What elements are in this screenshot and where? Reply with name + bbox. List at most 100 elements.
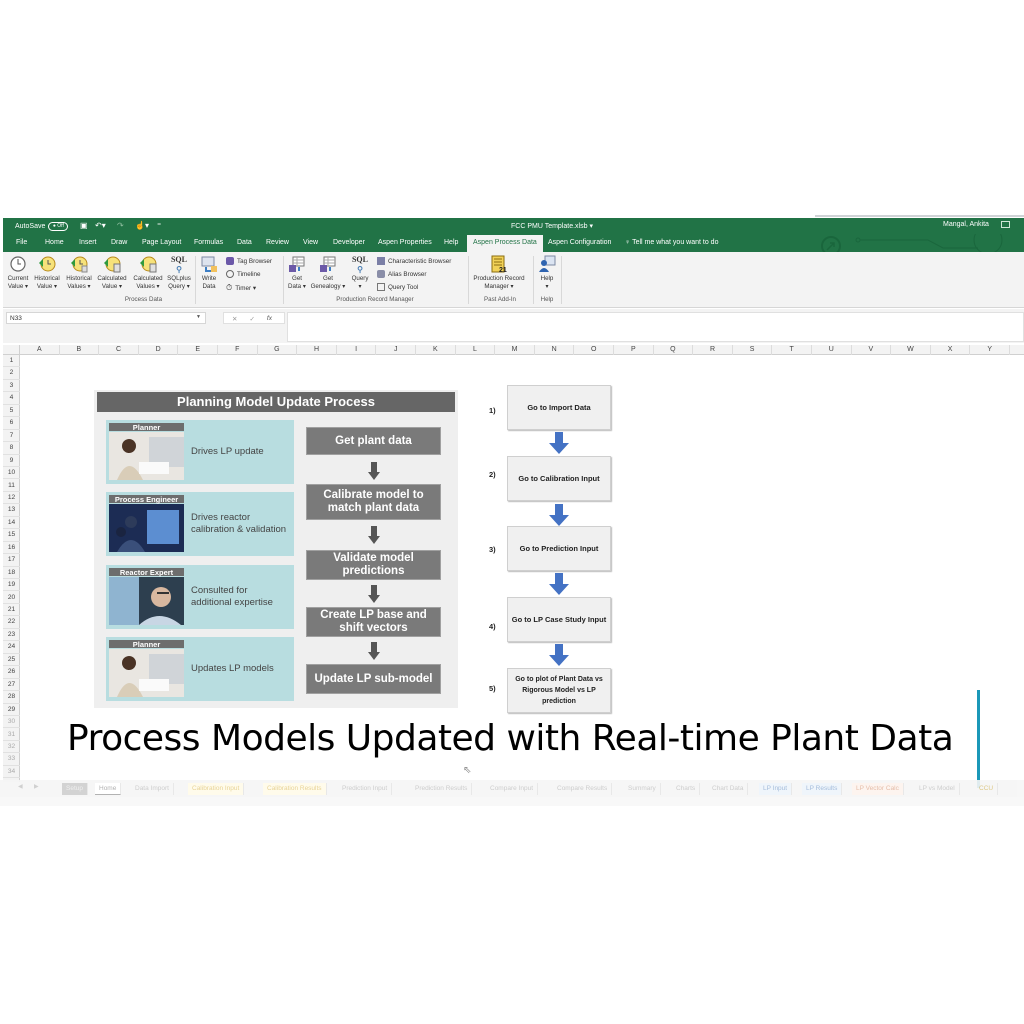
- sheet-tab[interactable]: Data Import: [131, 783, 174, 795]
- row-header[interactable]: 31: [3, 729, 20, 741]
- row-header[interactable]: 30: [3, 716, 20, 729]
- name-box-dropdown-icon[interactable]: ▼: [196, 314, 201, 320]
- tell-me-search[interactable]: ♀ Tell me what you want to do: [625, 239, 718, 246]
- enter-icon[interactable]: ✓: [249, 315, 254, 323]
- row-header[interactable]: 15: [3, 529, 20, 542]
- row-header[interactable]: 8: [3, 442, 20, 455]
- row-header[interactable]: 27: [3, 679, 20, 692]
- get-genealogy-button[interactable]: Get Genealogy ▾: [309, 255, 347, 291]
- column-header[interactable]: N: [535, 345, 575, 355]
- autosave-toggle[interactable]: AutoSave ● Off: [15, 222, 69, 231]
- sheet-tab[interactable]: LP Input: [759, 783, 793, 795]
- sheet-tab[interactable]: Chart Data: [708, 783, 749, 795]
- sheet-tab[interactable]: Compare Results: [553, 783, 613, 795]
- tab-review[interactable]: Review: [266, 239, 289, 246]
- row-header[interactable]: 24: [3, 641, 20, 654]
- tab-formulas[interactable]: Formulas: [194, 239, 223, 246]
- cancel-icon[interactable]: ✕: [232, 315, 237, 323]
- row-header[interactable]: 13: [3, 504, 20, 517]
- sheet-tab[interactable]: CCU: [975, 783, 999, 795]
- go-to-prediction-input-button[interactable]: Go to Prediction Input: [507, 526, 611, 571]
- row-header[interactable]: 7: [3, 430, 20, 443]
- row-header[interactable]: 19: [3, 579, 20, 592]
- undo-icon[interactable]: ↶▾: [95, 221, 106, 230]
- characteristic-browser-button[interactable]: Characteristic Browser: [377, 257, 451, 265]
- column-header[interactable]: V: [852, 345, 892, 355]
- insert-function-icon[interactable]: fx: [267, 315, 272, 322]
- calculated-value-button[interactable]: Calculated Value ▾: [95, 255, 129, 291]
- user-name[interactable]: Mangal, Ankita: [943, 221, 989, 228]
- column-header[interactable]: R: [693, 345, 733, 355]
- row-header[interactable]: 29: [3, 704, 20, 716]
- sheet-tab[interactable]: Summary: [624, 783, 661, 795]
- sheet-tab[interactable]: LP Results: [802, 783, 843, 795]
- tab-aspen-configuration[interactable]: Aspen Configuration: [548, 239, 611, 246]
- column-header[interactable]: H: [297, 345, 337, 355]
- name-box[interactable]: N33 ▼: [6, 312, 206, 324]
- tab-aspen-properties[interactable]: Aspen Properties: [378, 239, 432, 246]
- formula-input[interactable]: [287, 312, 1024, 342]
- tab-data[interactable]: Data: [237, 239, 252, 246]
- column-header[interactable]: D: [139, 345, 179, 355]
- column-header[interactable]: O: [574, 345, 614, 355]
- tab-page-layout[interactable]: Page Layout: [142, 239, 181, 246]
- column-header[interactable]: L: [456, 345, 496, 355]
- column-header[interactable]: K: [416, 345, 456, 355]
- production-record-manager-button[interactable]: 21 Production Record Manager ▾: [469, 255, 529, 291]
- column-header[interactable]: P: [614, 345, 654, 355]
- touch-mode-icon[interactable]: ☝▾: [135, 221, 149, 230]
- column-header[interactable]: S: [733, 345, 773, 355]
- customize-qat-icon[interactable]: ⁼: [157, 221, 161, 230]
- ribbon-display-options-icon[interactable]: [1001, 221, 1010, 228]
- column-header[interactable]: A: [20, 345, 60, 355]
- row-header[interactable]: 14: [3, 517, 20, 530]
- sheet-scroll-right-icon[interactable]: ▶: [34, 783, 39, 790]
- planning-process-image[interactable]: Planning Model Update Process Planner Dr…: [94, 390, 458, 708]
- row-header[interactable]: 4: [3, 392, 20, 405]
- go-to-import-data-button[interactable]: Go to Import Data: [507, 385, 611, 430]
- row-header[interactable]: 20: [3, 592, 20, 604]
- autosave-switch[interactable]: ● Off: [48, 222, 69, 231]
- historical-values-button[interactable]: Historical Values ▾: [63, 255, 95, 291]
- row-header[interactable]: 12: [3, 492, 20, 505]
- sqlplus-query-button[interactable]: SQL ⚲ SQLplus Query ▾: [165, 255, 193, 291]
- column-header[interactable]: B: [60, 345, 100, 355]
- sheet-tab[interactable]: Setup: [62, 783, 88, 795]
- row-header[interactable]: 32: [3, 741, 20, 754]
- row-header[interactable]: 21: [3, 604, 20, 617]
- timeline-button[interactable]: Timeline: [226, 270, 261, 278]
- sheet-tab[interactable]: LP vs Model: [915, 783, 960, 795]
- column-header[interactable]: U: [812, 345, 852, 355]
- column-header[interactable]: Y: [970, 345, 1010, 355]
- current-value-button[interactable]: Current Value ▾: [6, 255, 30, 291]
- row-header[interactable]: 3: [3, 380, 20, 393]
- sheet-tab[interactable]: Prediction Input: [338, 783, 393, 795]
- sheet-tab[interactable]: Home: [95, 783, 122, 795]
- save-icon[interactable]: ▣: [80, 221, 88, 230]
- get-data-button[interactable]: Get Data ▾: [285, 255, 309, 291]
- query-tool-button[interactable]: Query Tool: [377, 283, 418, 291]
- row-header[interactable]: 26: [3, 666, 20, 679]
- tab-view[interactable]: View: [303, 239, 318, 246]
- sheet-tab[interactable]: Compare Input: [486, 783, 538, 795]
- column-header[interactable]: F: [218, 345, 258, 355]
- row-header[interactable]: 17: [3, 554, 20, 567]
- query-button[interactable]: SQL ⚲ Query ▾: [348, 255, 372, 291]
- help-button[interactable]: Help ▾: [535, 255, 559, 291]
- tab-home[interactable]: Home: [45, 239, 64, 246]
- sheet-tab[interactable]: Prediction Results: [411, 783, 473, 795]
- calculated-values-button[interactable]: Calculated Values ▾: [130, 255, 166, 291]
- column-header[interactable]: M: [495, 345, 535, 355]
- tab-file[interactable]: File: [16, 239, 27, 246]
- row-header[interactable]: 16: [3, 542, 20, 555]
- row-header[interactable]: 9: [3, 455, 20, 467]
- row-header[interactable]: 1: [3, 355, 20, 368]
- column-header[interactable]: X: [931, 345, 971, 355]
- tab-help[interactable]: Help: [444, 239, 458, 246]
- column-header[interactable]: J: [376, 345, 416, 355]
- row-header[interactable]: 33: [3, 753, 20, 766]
- column-header[interactable]: W: [891, 345, 931, 355]
- column-header[interactable]: E: [178, 345, 218, 355]
- row-header[interactable]: 2: [3, 367, 20, 380]
- tab-insert[interactable]: Insert: [79, 239, 97, 246]
